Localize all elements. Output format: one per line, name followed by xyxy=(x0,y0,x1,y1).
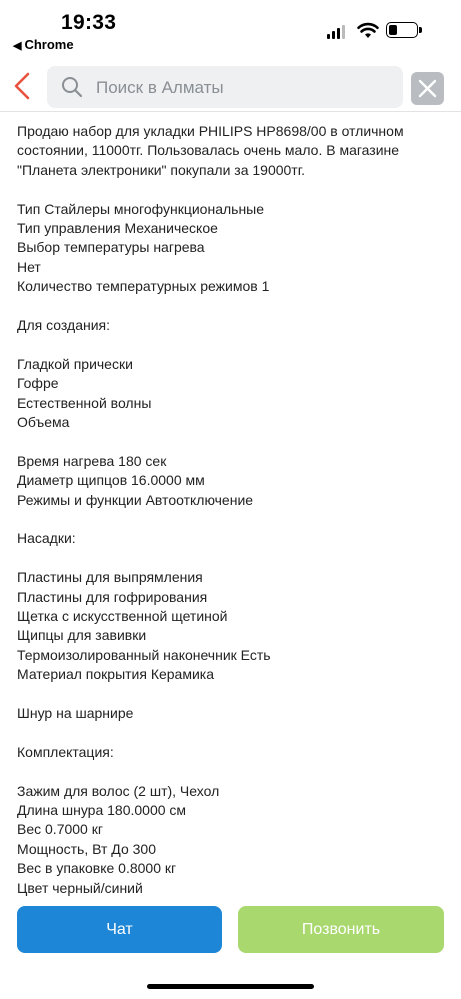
description-line: Пластины для гофрирования xyxy=(17,588,208,605)
description-line: Щипцы для завивки xyxy=(17,627,147,644)
description-line: Время нагрева 180 сек xyxy=(17,452,167,469)
description-line: Термоизолированный наконечник Есть xyxy=(17,646,271,663)
description-line: Выбор температуры нагрева xyxy=(17,239,205,256)
description-line: Естественной волны xyxy=(17,394,152,411)
search-input[interactable]: Поиск в Алматы xyxy=(47,66,403,108)
description-line: Пластины для выпрямления xyxy=(17,569,203,586)
bottom-action-bar: Чат Позвонить xyxy=(0,898,461,999)
call-button[interactable]: Позвонить xyxy=(238,906,444,953)
back-app-label: Chrome xyxy=(24,37,74,52)
search-icon xyxy=(62,77,83,98)
description-line: Мощность, Вт До 300 xyxy=(17,840,156,857)
description-line: Режимы и функции Автоотключение xyxy=(17,491,254,508)
description-line: Материал покрытия Керамика xyxy=(17,666,215,683)
description-line: Для создания: xyxy=(17,317,110,334)
description-line: Шнур на шарнире xyxy=(17,705,134,722)
description-line: Вес в упаковке 0.8000 кг xyxy=(17,860,177,877)
app-header: Поиск в Алматы xyxy=(0,60,461,112)
close-icon[interactable] xyxy=(411,72,444,105)
description-line: Диаметр щипцов 16.0000 мм xyxy=(17,472,205,489)
description-line: Тип управления Механическое xyxy=(17,220,218,237)
description-line: Щетка с искусственной щетиной xyxy=(17,608,228,625)
wifi-icon xyxy=(357,22,379,38)
description-line: Тип Стайлеры многофункциональные xyxy=(17,200,265,217)
back-arrow-icon: ◀ xyxy=(13,40,22,52)
back-to-app-link[interactable]: ◀ Chrome xyxy=(13,37,74,52)
home-indicator[interactable] xyxy=(147,984,314,989)
description-line: Объема xyxy=(17,414,70,431)
description-line: Количество температурных режимов 1 xyxy=(17,278,270,295)
cellular-signal-icon xyxy=(327,25,347,39)
description-line: Цвет черный/синий xyxy=(17,879,143,896)
description-line: Комплектация: xyxy=(17,743,114,760)
description-line: Зажим для волос (2 шт), Чехол xyxy=(17,782,220,799)
description-line: Гофре xyxy=(17,375,59,392)
description-line: Гладкой прически xyxy=(17,355,133,372)
description-line: Нет xyxy=(17,258,41,275)
description-line: Длина шнура 180.0000 см xyxy=(17,802,187,819)
chat-button[interactable]: Чат xyxy=(17,906,222,953)
back-chevron-icon[interactable] xyxy=(8,68,42,104)
listing-description: Продаю набор для укладки PHILIPS HP8698/… xyxy=(17,122,445,898)
battery-cap xyxy=(419,27,422,33)
search-placeholder: Поиск в Алматы xyxy=(96,78,224,97)
description-line: Насадки: xyxy=(17,530,76,547)
description-line: Вес 0.7000 кг xyxy=(17,821,103,838)
status-bar: 19:33 ◀ Chrome xyxy=(0,0,461,60)
battery-icon xyxy=(386,22,418,38)
description-line: Продаю набор для укладки PHILIPS HP8698/… xyxy=(17,123,404,178)
status-time: 19:33 xyxy=(61,11,117,34)
